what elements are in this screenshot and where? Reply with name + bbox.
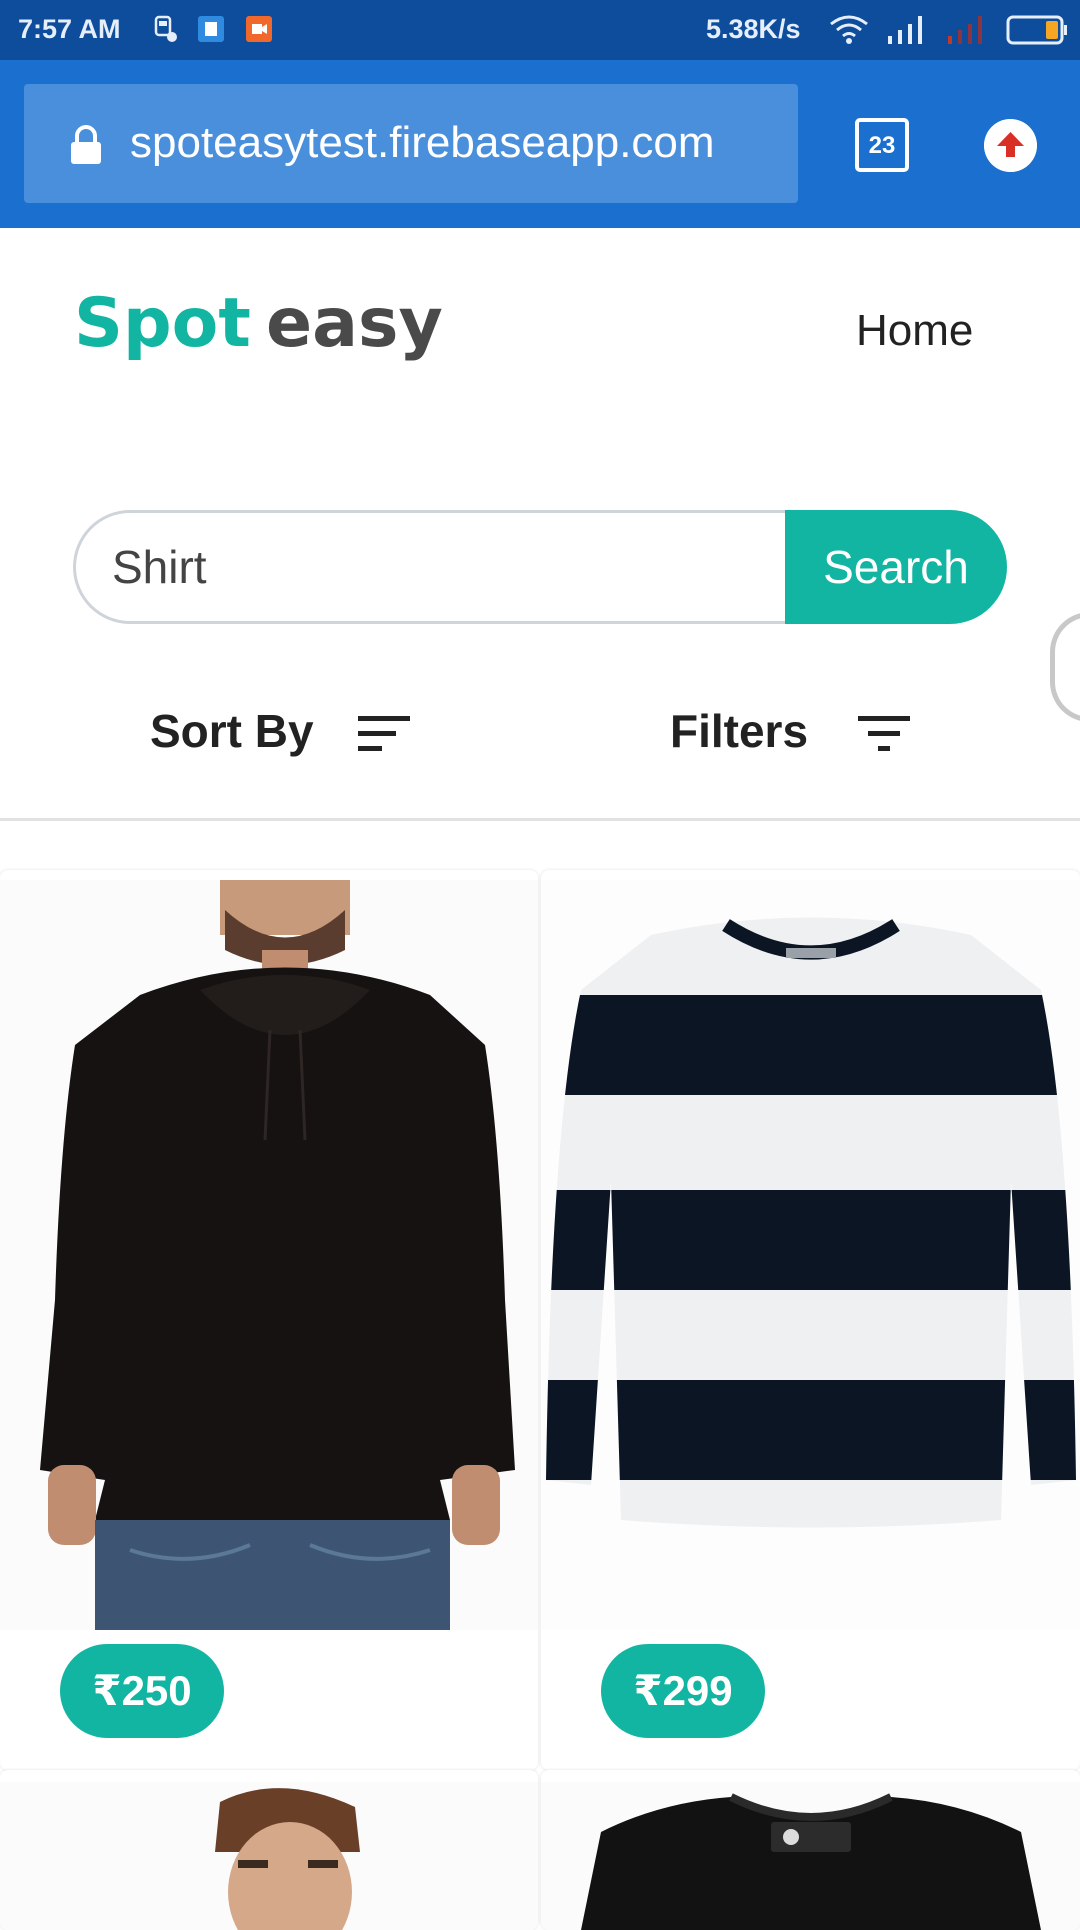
spoteasy-logo[interactable]: Spot easy [74,290,474,370]
lock-icon [71,125,101,164]
url-text: spoteasytest.firebaseapp.com [130,118,715,167]
product-card[interactable] [541,1770,1080,1930]
status-bar: 7:57 AM 5.38K/s [0,0,1080,60]
product-image-model[interactable] [0,1782,538,1930]
network-speed: 5.38K/s [706,14,801,44]
product-image-black-hoodie[interactable] [0,880,538,1630]
product-image-black-tshirt[interactable] [541,1782,1080,1930]
sort-by-label[interactable]: Sort By [150,704,314,758]
filters-label[interactable]: Filters [670,704,808,758]
update-icon[interactable] [984,119,1037,172]
signal-weak-icon [948,16,982,44]
sort-icon[interactable] [356,712,412,756]
address-bar[interactable]: spoteasytest.firebaseapp.com [24,84,798,203]
product-card[interactable]: ₹299 [541,870,1080,1770]
price-badge: ₹250 [60,1644,224,1738]
search-input[interactable] [73,510,787,624]
side-drawer-handle[interactable] [1050,612,1080,722]
filter-icon[interactable] [856,712,912,756]
browser-toolbar: spoteasytest.firebaseapp.com 23 [0,60,1080,228]
wifi-icon [830,15,868,44]
video-icon [246,16,272,42]
battery-icon [1006,15,1067,45]
product-card[interactable] [0,1770,538,1930]
price-badge: ₹299 [601,1644,765,1738]
product-image-striped-sweater[interactable] [541,880,1080,1630]
logo-part-easy: easy [266,290,443,363]
notification-icon [198,16,224,42]
logo-part-spot: Spot [74,290,251,363]
signal-icon [888,16,922,44]
product-card[interactable]: ₹250 [0,870,538,1770]
section-divider [0,818,1080,821]
tab-switcher-button[interactable]: 23 [855,118,909,172]
train-icon [154,15,177,42]
nav-home-link[interactable]: Home [856,306,973,356]
search-button[interactable]: Search [785,510,1007,624]
status-time: 7:57 AM [18,14,121,44]
